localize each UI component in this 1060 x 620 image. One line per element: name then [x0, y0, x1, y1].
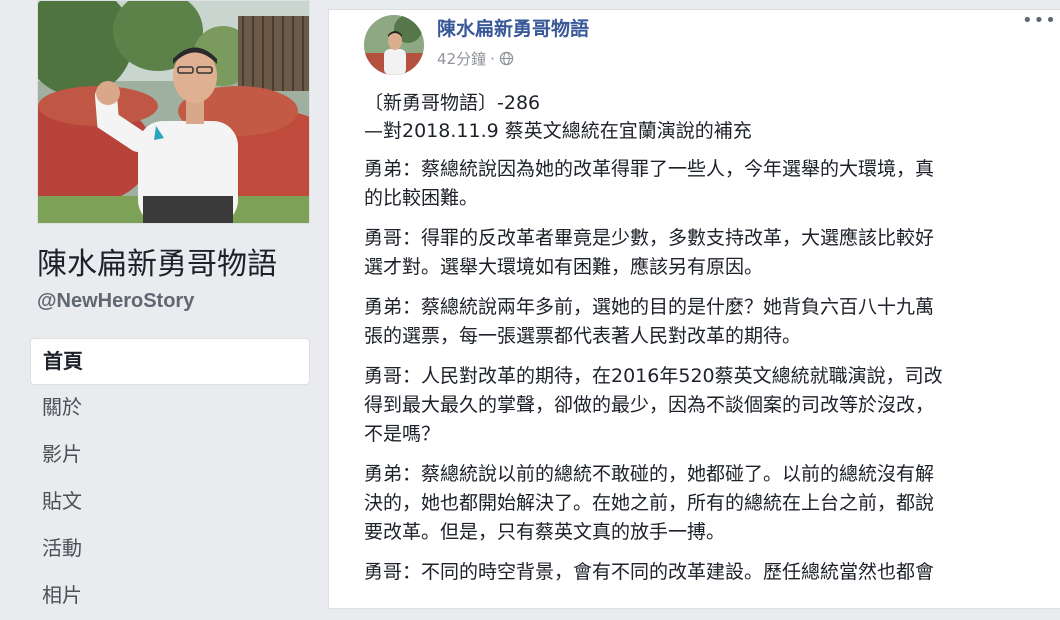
post-body: 勇弟：蔡總統說因為她的改革得罪了一些人，今年選舉的大環境，真 的比較困難。 勇哥… — [364, 155, 1054, 598]
post-title-line2: —對2018.11.9 蔡英文總統在宜蘭演說的補充 — [364, 120, 752, 142]
nav-item-videos[interactable]: 影片 — [30, 432, 310, 479]
post-paragraph: 勇哥：人民對改革的期待，在2016年520蔡英文總統就職演說，司改 得到最大最久… — [364, 365, 943, 445]
post-timestamp[interactable]: 42分鐘 — [437, 48, 486, 69]
avatar[interactable] — [364, 15, 424, 75]
post-paragraph: 勇弟：蔡總統說因為她的改革得罪了一些人，今年選舉的大環境，真 的比較困難。 — [364, 158, 935, 209]
page-title: 陳水扁新勇哥物語 — [37, 247, 277, 282]
post-meta: 42分鐘 · — [437, 48, 514, 69]
meta-separator: · — [490, 49, 495, 68]
nav-item-about[interactable]: 關於 — [30, 385, 310, 432]
nav-item-photos[interactable]: 相片 — [30, 573, 310, 620]
profile-photo[interactable] — [37, 0, 310, 224]
post-paragraph: 勇哥：得罪的反改革者畢竟是少數，多數支持改革，大選應該比較好 選才對。選舉大環境… — [364, 227, 935, 278]
post-author[interactable]: 陳水扁新勇哥物語 — [437, 14, 589, 41]
page-username[interactable]: @NewHeroStory — [37, 290, 194, 313]
nav-item-events[interactable]: 活動 — [30, 526, 310, 573]
more-options-icon[interactable]: ••• — [1022, 10, 1057, 31]
page-nav: 首頁 關於 影片 貼文 活動 相片 — [30, 338, 310, 620]
post-paragraph: 勇弟：蔡總統說以前的總統不敢碰的，她都碰了。以前的總統沒有解 決的，她也都開始解… — [364, 463, 935, 543]
post-paragraph: 勇哥：不同的時空背景，會有不同的改革建設。歷任總統當然也都會 — [364, 561, 935, 583]
page-sidebar: 陳水扁新勇哥物語 @NewHeroStory 首頁 關於 影片 貼文 活動 相片 — [0, 0, 326, 607]
nav-item-posts[interactable]: 貼文 — [30, 479, 310, 526]
post-paragraph: 勇弟：蔡總統說兩年多前，選她的目的是什麼？她背負六百八十九萬 張的選票，每一張選… — [364, 296, 935, 347]
post-title-line1: 〔新勇哥物語〕-286 — [364, 92, 541, 114]
post-heading: 〔新勇哥物語〕-286 —對2018.11.9 蔡英文總統在宜蘭演說的補充 — [364, 89, 1054, 145]
globe-icon[interactable] — [499, 51, 514, 66]
nav-item-home[interactable]: 首頁 — [30, 338, 310, 385]
